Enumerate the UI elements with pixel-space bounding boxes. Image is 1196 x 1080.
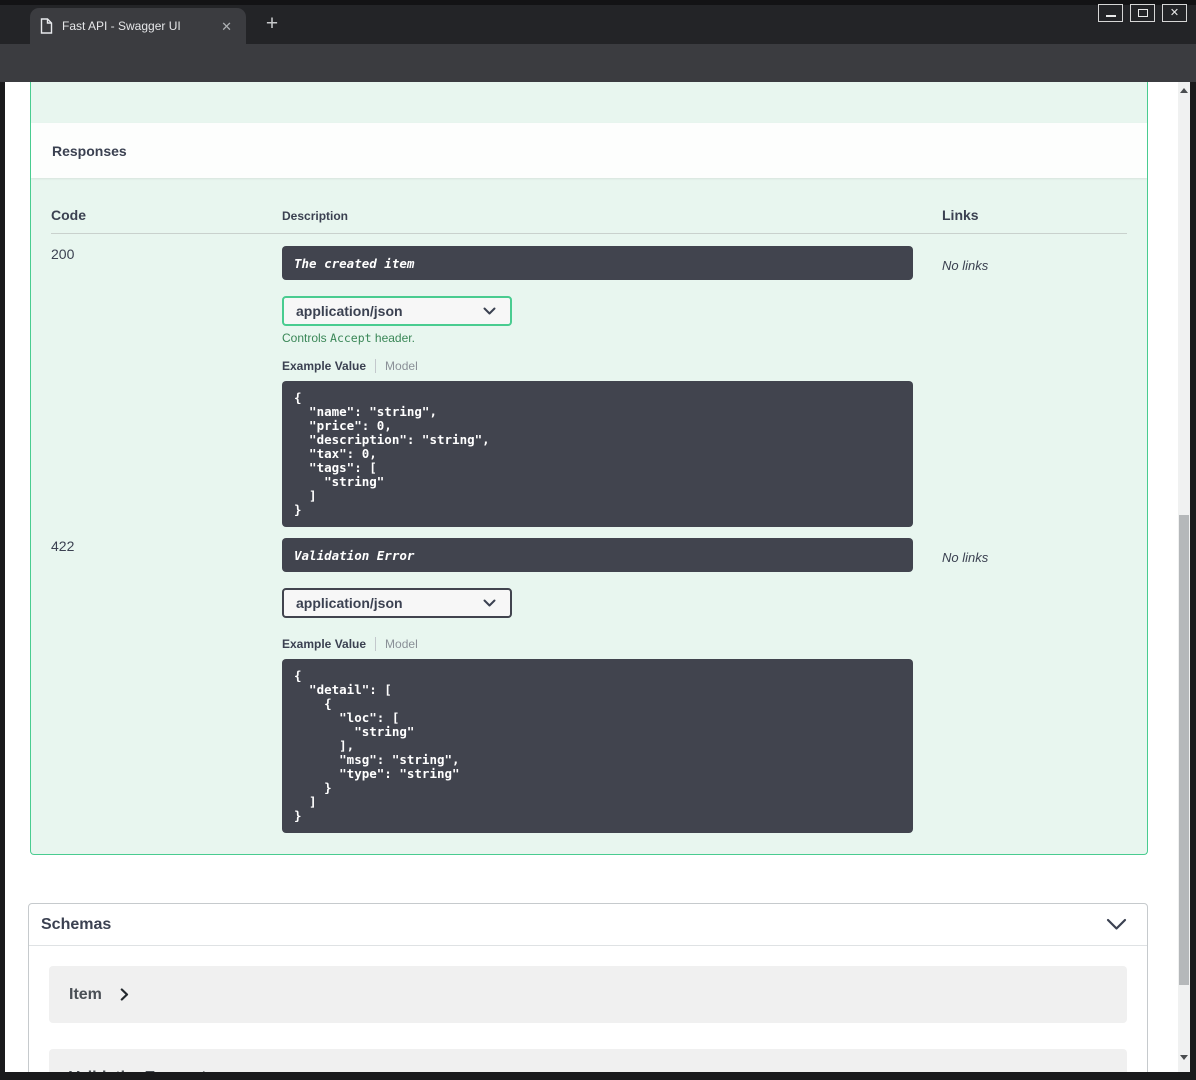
scrollbar-up-icon[interactable] xyxy=(1180,88,1188,93)
response-description-cell: The created item application/json Contro… xyxy=(282,246,942,527)
chevron-down-icon xyxy=(483,599,496,608)
chevron-right-icon xyxy=(120,988,129,1001)
response-links-cell: No links xyxy=(942,538,1127,833)
tab-strip: Fast API - Swagger UI ✕ + ✕ xyxy=(0,0,1196,44)
no-links-text: No links xyxy=(942,550,989,565)
close-window-icon: ✕ xyxy=(1169,6,1180,19)
window-edge-left xyxy=(0,82,5,1080)
tab-close-icon[interactable]: ✕ xyxy=(217,18,236,35)
window-edge-bottom xyxy=(0,1072,1196,1080)
minimize-button[interactable] xyxy=(1098,4,1123,22)
maximize-button[interactable] xyxy=(1130,4,1155,22)
operation-block: Responses Code Description Links 200 The… xyxy=(30,82,1148,855)
scrollbar-down-icon[interactable] xyxy=(1180,1055,1188,1060)
window-edge-right xyxy=(1190,82,1196,1080)
column-header-code: Code xyxy=(51,207,86,223)
schema-card-validationerror[interactable]: ValidationError xyxy=(49,1049,1127,1072)
media-type-select[interactable]: application/json xyxy=(282,588,512,618)
response-row-422: 422 Validation Error application/json Ex… xyxy=(51,527,1127,833)
example-json-block: { "detail": [ { "loc": [ "string" ], "ms… xyxy=(282,659,913,833)
response-row-200: 200 The created item application/json Co… xyxy=(51,234,1127,527)
close-window-button[interactable]: ✕ xyxy=(1162,4,1187,22)
tab-example-value[interactable]: Example Value xyxy=(282,359,366,373)
example-model-tabs: Example Value Model xyxy=(282,637,942,651)
responses-title: Responses xyxy=(52,142,127,159)
response-links-cell: No links xyxy=(942,246,1127,527)
schema-name: Item xyxy=(69,985,102,1003)
scrollbar-thumb[interactable] xyxy=(1179,515,1189,985)
response-description-cell: Validation Error application/json Exampl… xyxy=(282,538,942,833)
new-tab-button[interactable]: + xyxy=(258,10,286,38)
media-type-value: application/json xyxy=(296,303,403,319)
column-header-links: Links xyxy=(942,207,979,223)
example-model-tabs: Example Value Model xyxy=(282,359,942,373)
minimize-icon xyxy=(1105,15,1116,17)
no-links-text: No links xyxy=(942,258,989,273)
hint-prefix: Controls xyxy=(282,331,331,345)
hint-suffix: header. xyxy=(371,331,415,345)
response-code: 200 xyxy=(51,246,75,262)
schemas-section: Schemas Item ValidationError xyxy=(28,903,1148,1072)
schemas-title: Schemas xyxy=(41,915,112,933)
response-code: 422 xyxy=(51,538,75,554)
schemas-header[interactable]: Schemas xyxy=(29,904,1147,946)
hint-code: Accept xyxy=(330,331,372,345)
tab-example-value[interactable]: Example Value xyxy=(282,637,366,651)
column-header-description: Description xyxy=(282,209,349,223)
scrollbar[interactable] xyxy=(1178,82,1190,1072)
browser-tab[interactable]: Fast API - Swagger UI ✕ xyxy=(30,8,246,44)
response-description: Validation Error xyxy=(282,538,913,572)
schema-card-item[interactable]: Item xyxy=(49,966,1127,1023)
browser-toolbar: 127.0.0.1:8000/docs ⋮ xyxy=(0,44,1196,120)
window-controls: ✕ xyxy=(1098,4,1187,22)
tab-separator xyxy=(375,637,377,651)
tab-model[interactable]: Model xyxy=(385,359,418,373)
chevron-down-icon[interactable] xyxy=(1106,918,1127,931)
responses-section-header: Responses xyxy=(31,123,1147,178)
tab-model[interactable]: Model xyxy=(385,637,418,651)
tab-title: Fast API - Swagger UI xyxy=(62,19,181,33)
chevron-down-icon xyxy=(483,307,496,316)
schemas-list: Item ValidationError xyxy=(29,946,1147,1072)
responses-table-header: Code Description Links xyxy=(51,207,1127,223)
maximize-icon xyxy=(1137,9,1148,17)
tab-separator xyxy=(375,359,377,373)
media-type-select[interactable]: application/json xyxy=(282,296,512,326)
media-type-value: application/json xyxy=(296,595,403,611)
example-json-block: { "name": "string", "price": 0, "descrip… xyxy=(282,381,913,527)
response-description: The created item xyxy=(282,246,913,280)
document-icon xyxy=(40,18,53,34)
page-content: Responses Code Description Links 200 The… xyxy=(5,82,1178,1072)
window-top-border xyxy=(0,0,1196,5)
accept-header-hint: Controls Accept header. xyxy=(282,331,942,345)
responses-table: Code Description Links 200 The created i… xyxy=(31,207,1147,833)
